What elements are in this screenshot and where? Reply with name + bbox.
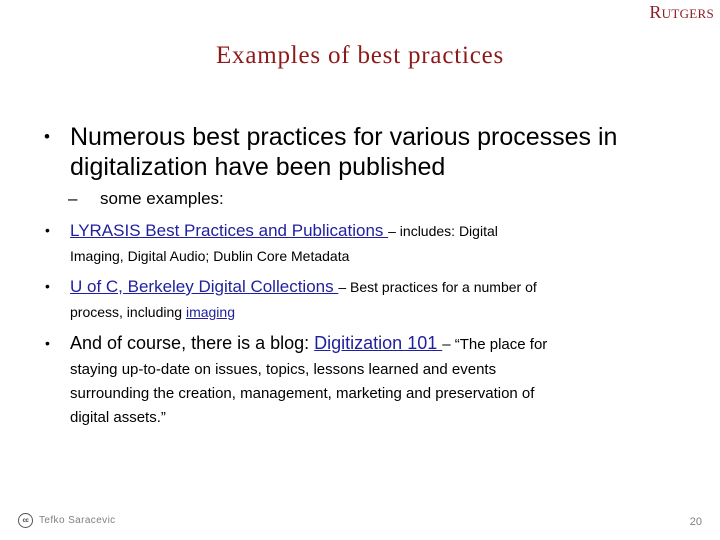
berkeley-continuation-text: process, including — [70, 304, 186, 320]
bullet-item-primary: • Numerous best practices for various pr… — [28, 122, 692, 182]
bullet-glyph-icon: • — [45, 222, 50, 238]
footer-credit: cc Tefko Saracevic — [18, 513, 116, 528]
slide: Rutgers Examples of best practices • Num… — [0, 0, 720, 540]
link-digitization-101[interactable]: Digitization 101 — [314, 333, 442, 353]
link-berkeley-digital-collections[interactable]: U of C, Berkeley Digital Collections — [70, 277, 338, 296]
blog-pre-text: And of course, there is a blog: — [70, 333, 315, 353]
lyrasis-continuation: Imaging, Digital Audio; Dublin Core Meta… — [70, 248, 350, 264]
blog-after-text: – “The place for — [442, 336, 548, 353]
list-item-lyrasis: • LYRASIS Best Practices and Publication… — [28, 217, 692, 268]
some-examples-text: some examples: — [100, 189, 224, 208]
list-item-blog: • And of course, there is a blog: Digiti… — [28, 330, 692, 430]
blog-line-2: staying up-to-date on issues, topics, le… — [70, 361, 497, 378]
blog-line-4: digital assets.” — [70, 409, 166, 426]
bullet-primary-text: Numerous best practices for various proc… — [70, 123, 618, 181]
lyrasis-line: LYRASIS Best Practices and Publications … — [70, 217, 692, 244]
author-name: Tefko Saracevic — [39, 515, 116, 526]
bullet-item-some-examples: – some examples: — [28, 186, 692, 212]
bullet-glyph-icon: • — [45, 278, 50, 294]
rutgers-logo: Rutgers — [649, 2, 714, 22]
berkeley-after-text: – Best practices for a number of — [338, 279, 537, 295]
lyrasis-after-text: – includes: Digital — [388, 223, 498, 239]
blog-line-1: And of course, there is a blog: Digitiza… — [70, 330, 692, 358]
creative-commons-icon: cc — [18, 513, 33, 528]
slide-body: • Numerous best practices for various pr… — [28, 122, 692, 430]
dash-glyph-icon: – — [68, 189, 78, 208]
link-imaging[interactable]: imaging — [186, 304, 235, 320]
berkeley-line: U of C, Berkeley Digital Collections – B… — [70, 273, 692, 300]
list-item-berkeley: • U of C, Berkeley Digital Collections –… — [28, 273, 692, 324]
link-lyrasis[interactable]: LYRASIS Best Practices and Publications — [70, 221, 388, 240]
blog-line-3: surrounding the creation, management, ma… — [70, 385, 535, 402]
bullet-glyph-icon: • — [45, 335, 50, 351]
page-title: Examples of best practices — [215, 42, 505, 69]
page-number: 20 — [689, 516, 702, 528]
berkeley-continuation: process, including imaging — [70, 300, 692, 324]
bullet-glyph-icon: • — [44, 127, 50, 146]
